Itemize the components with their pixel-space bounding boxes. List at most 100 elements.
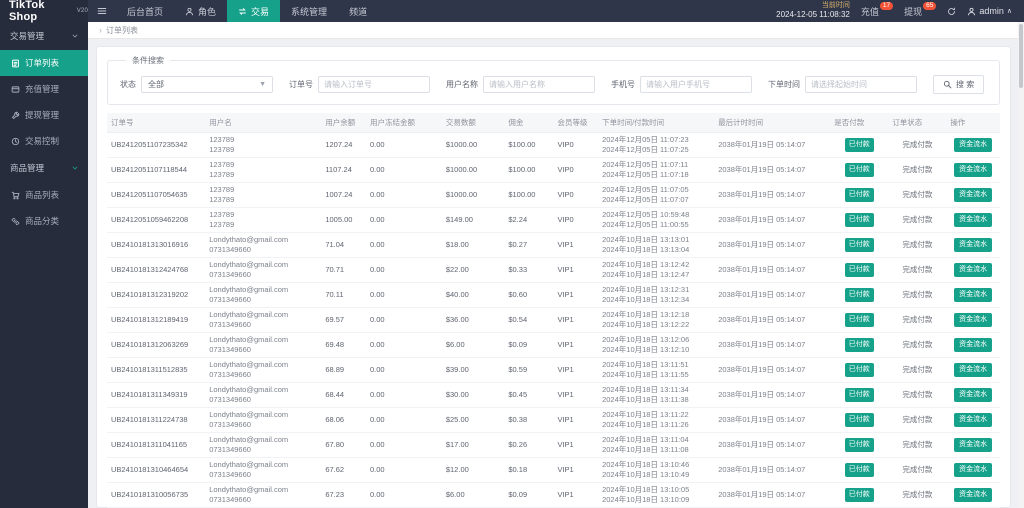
- balance-cell: 1005.00: [321, 207, 366, 233]
- fund-flow-button[interactable]: 资金流水: [954, 287, 993, 303]
- paid-status-badge[interactable]: 已付款: [844, 238, 874, 252]
- current-time-label: 当前时间: [821, 2, 850, 10]
- search-filter-panel: 条件搜索 状态 全部 ▼ 订单号 用户名称: [107, 55, 1000, 105]
- vip-level-cell: VIP1: [553, 482, 599, 508]
- paid-status-badge[interactable]: 已付款: [844, 438, 874, 452]
- table-row: UB2410181313016916 Londythato@gmail.com 07…: [107, 232, 1000, 258]
- breadcrumb: › 订单列表: [88, 22, 1024, 39]
- phone-input[interactable]: [640, 76, 752, 93]
- app-logo-version: V20: [76, 8, 88, 14]
- frozen-cell: 0.00: [365, 257, 442, 283]
- top-nav-label: 频道: [349, 6, 368, 17]
- user-cell: Londythato@gmail.com 0731349660: [205, 382, 322, 408]
- paid-status-badge[interactable]: 已付款: [844, 163, 874, 177]
- cart-icon: [11, 191, 20, 200]
- order-no-cell: UB2410181312319202: [107, 282, 206, 308]
- column-header: 交易数额: [441, 113, 505, 133]
- sidebar-item-充值管理[interactable]: 充值管理: [0, 76, 88, 102]
- fund-flow-button[interactable]: 资金流水: [954, 337, 993, 353]
- scrollbar-thumb[interactable]: [1019, 24, 1023, 88]
- fund-flow-button[interactable]: 资金流水: [954, 462, 993, 478]
- refresh-icon[interactable]: [947, 7, 956, 16]
- fund-flow-button[interactable]: 资金流水: [954, 187, 993, 203]
- balance-cell: 1107.24: [321, 157, 366, 183]
- top-nav-item-4[interactable]: 系统管理: [280, 0, 338, 22]
- amount-cell: $17.00: [441, 432, 505, 458]
- order-status-text: 完成付款: [902, 390, 933, 400]
- withdraw-count-badge: 65: [923, 2, 937, 10]
- fund-flow-button[interactable]: 资金流水: [954, 312, 993, 328]
- paid-status-badge[interactable]: 已付款: [844, 388, 874, 402]
- withdraw-label: 提现: [904, 6, 923, 17]
- vip-level-cell: VIP1: [553, 232, 599, 258]
- sidebar-item-订单列表[interactable]: 订单列表: [0, 50, 88, 76]
- order-time-cell: 2024年12月05日 11:07:23 2024年12月05日 11:07:25: [598, 132, 715, 158]
- top-nav-item-2[interactable]: 角色: [174, 0, 227, 22]
- paid-status-badge[interactable]: 已付款: [844, 463, 874, 477]
- fund-flow-button[interactable]: 资金流水: [954, 362, 993, 378]
- top-nav-item-3[interactable]: 交易: [227, 0, 281, 22]
- order-status-text: 完成付款: [902, 465, 933, 475]
- order-no-input[interactable]: [318, 76, 430, 93]
- paid-status-badge[interactable]: 已付款: [844, 488, 874, 502]
- fund-flow-button[interactable]: 资金流水: [954, 387, 993, 403]
- fund-flow-button[interactable]: 资金流水: [954, 487, 993, 503]
- fund-flow-button[interactable]: 资金流水: [954, 412, 993, 428]
- page-scrollbar[interactable]: [1018, 22, 1024, 508]
- order-time-cell: 2024年10月18日 13:13:01 2024年10月18日 13:13:04: [598, 232, 715, 258]
- withdraw-link[interactable]: 提现 65: [904, 2, 937, 18]
- sidebar-item-商品分类[interactable]: 商品分类: [0, 208, 88, 234]
- current-time-value: 2024-12-05 11:08:32: [776, 10, 850, 20]
- balance-cell: 68.89: [321, 357, 366, 383]
- order-status-text: 完成付款: [902, 165, 933, 175]
- fund-flow-button[interactable]: 资金流水: [954, 212, 993, 228]
- user-menu[interactable]: admin ∧: [967, 6, 1012, 16]
- commission-cell: $0.09: [504, 482, 554, 508]
- fund-flow-button[interactable]: 资金流水: [954, 237, 993, 253]
- paid-status-badge[interactable]: 已付款: [844, 213, 874, 227]
- top-nav-item-1[interactable]: 后台首页: [116, 0, 174, 22]
- phone-label: 手机号: [611, 80, 635, 89]
- chevron-up-icon: ∧: [1006, 8, 1012, 15]
- paid-status-badge[interactable]: 已付款: [844, 413, 874, 427]
- magnifier-icon: [943, 80, 952, 89]
- order-time-cell: 2024年12月05日 11:07:05 2024年12月05日 11:07:07: [598, 182, 715, 208]
- paid-status-badge[interactable]: 已付款: [844, 263, 874, 277]
- hamburger-icon[interactable]: [88, 0, 116, 22]
- order-time-input[interactable]: [805, 76, 917, 93]
- sidebar-group-2[interactable]: 商品管理: [0, 154, 88, 182]
- paid-status-badge[interactable]: 已付款: [844, 188, 874, 202]
- app-logo: TikTok Shop V20: [0, 0, 88, 23]
- vip-level-cell: VIP1: [553, 307, 599, 333]
- fund-flow-button[interactable]: 资金流水: [954, 162, 993, 178]
- sidebar-group-1[interactable]: 交易管理: [0, 22, 88, 50]
- fund-flow-button[interactable]: 资金流水: [954, 137, 993, 153]
- paid-status-badge[interactable]: 已付款: [844, 288, 874, 302]
- filter-legend: 条件搜索: [132, 56, 164, 65]
- status-select[interactable]: 全部 ▼: [141, 76, 273, 93]
- order-status-text: 完成付款: [902, 215, 933, 225]
- order-status-text: 完成付款: [902, 140, 933, 150]
- paid-status-badge[interactable]: 已付款: [844, 138, 874, 152]
- amount-cell: $1000.00: [441, 182, 505, 208]
- fund-flow-button[interactable]: 资金流水: [954, 262, 993, 278]
- vip-level-cell: VIP1: [553, 382, 599, 408]
- user-cell: Londythato@gmail.com 0731349660: [205, 307, 322, 333]
- vip-level-cell: VIP1: [553, 282, 599, 308]
- sidebar-item-交易控制[interactable]: 交易控制: [0, 128, 88, 154]
- last-timing-cell: 2038年01月19日 05:14:07: [714, 407, 831, 433]
- recharge-link[interactable]: 充值 17: [861, 2, 894, 18]
- table-row: UB2410181310056735 Londythato@gmail.com 07…: [107, 482, 1000, 508]
- fund-flow-button[interactable]: 资金流水: [954, 437, 993, 453]
- table-row: UB2410181312424768 Londythato@gmail.com 07…: [107, 257, 1000, 283]
- paid-status-badge[interactable]: 已付款: [844, 363, 874, 377]
- top-nav-item-5[interactable]: 频道: [338, 0, 378, 22]
- balance-cell: 68.06: [321, 407, 366, 433]
- paid-status-badge[interactable]: 已付款: [844, 338, 874, 352]
- sidebar-item-提现管理[interactable]: 提现管理: [0, 102, 88, 128]
- search-button[interactable]: 搜 索: [933, 75, 985, 94]
- order-no-cell: UB2410181312424768: [107, 257, 206, 283]
- paid-status-badge[interactable]: 已付款: [844, 313, 874, 327]
- sidebar-item-商品列表[interactable]: 商品列表: [0, 182, 88, 208]
- username-input[interactable]: [483, 76, 595, 93]
